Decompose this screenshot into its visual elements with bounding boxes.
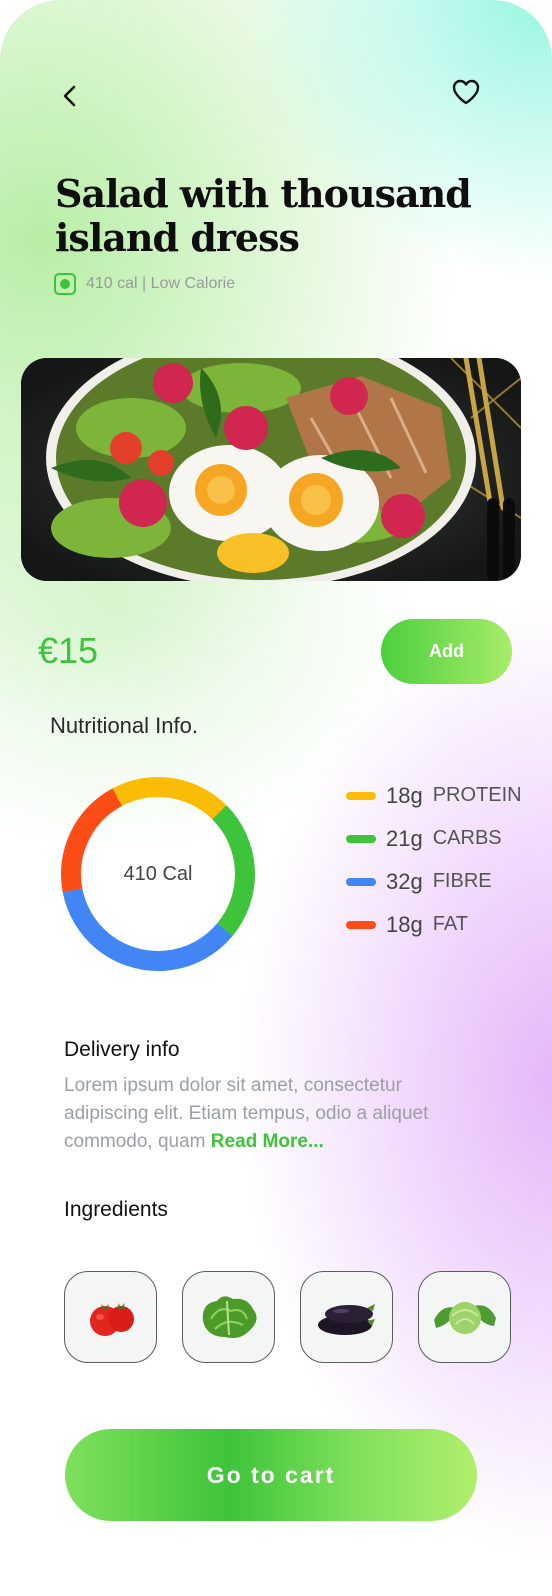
legend-swatch <box>346 877 376 886</box>
legend-swatch <box>346 791 376 800</box>
add-button[interactable]: Add <box>381 619 512 684</box>
legend-amount: 18g <box>386 782 423 808</box>
legend-item-carbs: 21g CARBS <box>346 823 522 854</box>
read-more-link[interactable]: Read More... <box>211 1131 324 1152</box>
chevron-left-icon <box>63 85 76 107</box>
legend-item-fat: 18g FAT <box>346 909 522 940</box>
ingredient-card-tomato[interactable] <box>64 1271 157 1363</box>
go-to-cart-button[interactable]: Go to cart <box>65 1429 477 1521</box>
ingredients-list <box>64 1271 511 1363</box>
legend-amount: 18g <box>386 911 423 937</box>
legend-swatch <box>346 920 376 929</box>
legend-name: FAT <box>432 913 468 935</box>
nutrition-donut-chart: 410 Cal <box>60 776 256 972</box>
page-title: Salad with thousand island dress <box>55 171 472 260</box>
ingredients-heading: Ingredients <box>64 1198 168 1221</box>
heart-outline-icon <box>452 79 480 105</box>
legend-name: FIBRE <box>432 870 492 892</box>
legend-name: CARBS <box>432 827 502 849</box>
delivery-info-heading: Delivery info <box>64 1038 180 1061</box>
product-detail-screen: Salad with thousand island dress 410 cal… <box>0 0 552 1596</box>
donut-center-label: 410 Cal <box>123 862 193 885</box>
ingredient-card-cabbage[interactable] <box>418 1271 511 1363</box>
ingredient-card-lettuce[interactable] <box>182 1271 275 1363</box>
legend-amount: 32g <box>386 868 423 894</box>
price-label: €15 <box>38 630 99 671</box>
calorie-row: 410 cal | Low Calorie <box>54 273 235 295</box>
delivery-info-text: Lorem ipsum dolor sit amet, consectetur … <box>64 1072 464 1156</box>
legend-swatch <box>346 834 376 843</box>
legend-item-fibre: 32g FIBRE <box>346 866 522 897</box>
veg-indicator-icon <box>54 273 76 295</box>
cabbage-icon <box>433 1302 496 1334</box>
legend-amount: 21g <box>386 825 423 851</box>
ingredient-card-eggplant[interactable] <box>300 1271 393 1363</box>
legend-item-protein: 18g PROTEIN <box>346 780 522 811</box>
lettuce-icon <box>202 1296 257 1338</box>
legend-name: PROTEIN <box>432 784 522 806</box>
nutritional-info-heading: Nutritional Info. <box>50 713 198 738</box>
back-button[interactable] <box>48 74 92 118</box>
food-image <box>21 358 521 581</box>
calorie-summary: 410 cal | Low Calorie <box>86 275 236 292</box>
eggplant-icon <box>317 1304 375 1335</box>
tomato-icon <box>89 1303 134 1336</box>
nutrition-legend: 18g PROTEIN 21g CARBS 32g FIBRE 18g FAT <box>346 780 522 952</box>
favorite-button[interactable] <box>444 70 488 114</box>
